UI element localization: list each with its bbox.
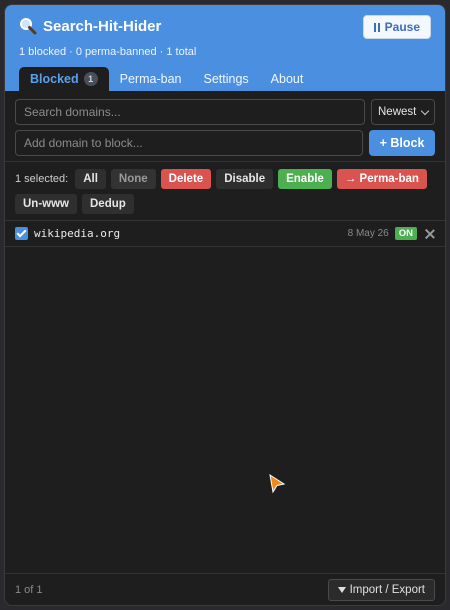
perma-ban-button[interactable]: → Perma-ban <box>336 169 427 189</box>
controls: Newest + Block <box>5 91 445 156</box>
import-export-button[interactable]: Import / Export <box>327 578 435 601</box>
tab-bar: Blocked 1 Perma-ban Settings About <box>19 67 314 91</box>
domain-list: wikipedia.org 8 May 26 ON <box>5 220 445 247</box>
add-row: + Block <box>15 130 435 156</box>
sort-selected: Newest <box>378 106 417 118</box>
select-none-button[interactable]: None <box>110 169 156 189</box>
app-title: Search-Hit-Hider <box>43 17 162 35</box>
un-www-button[interactable]: Un-www <box>15 194 77 214</box>
import-export-label: Import / Export <box>349 583 425 596</box>
dedup-button[interactable]: Dedup <box>82 194 134 214</box>
pager-text: 1 of 1 <box>15 583 43 596</box>
tab-about[interactable]: About <box>260 67 315 91</box>
tab-blocked[interactable]: Blocked 1 <box>19 67 109 91</box>
mouse-cursor-icon <box>269 474 286 494</box>
tab-perma-ban[interactable]: Perma-ban <box>109 67 193 91</box>
tab-label: Blocked <box>30 72 79 86</box>
delete-button[interactable]: Delete <box>160 169 212 189</box>
sort-select[interactable]: Newest <box>371 99 435 125</box>
pause-icon <box>373 22 380 32</box>
tab-settings[interactable]: Settings <box>192 67 259 91</box>
item-checkbox[interactable] <box>15 227 28 240</box>
pause-button[interactable]: Pause <box>362 15 431 39</box>
close-icon[interactable] <box>425 229 435 239</box>
status-badge[interactable]: ON <box>394 227 417 240</box>
search-row: Newest <box>15 99 435 125</box>
tab-count-badge: 1 <box>83 72 98 86</box>
footer: 1 of 1 Import / Export <box>5 573 445 605</box>
title-row: Search-Hit-Hider <box>19 17 161 35</box>
block-button[interactable]: + Block <box>369 130 435 156</box>
header: Search-Hit-Hider Pause 1 blocked · 0 per… <box>5 5 445 91</box>
item-date: 8 May 26 <box>347 228 389 239</box>
extension-popup: Search-Hit-Hider Pause 1 blocked · 0 per… <box>4 4 446 606</box>
bulk-actions: 1 selected: All None Delete Disable Enab… <box>5 162 445 220</box>
triangle-down-icon <box>337 586 346 593</box>
disable-button[interactable]: Disable <box>216 169 274 189</box>
item-domain: wikipedia.org <box>34 227 121 240</box>
chevron-down-icon <box>420 106 430 115</box>
add-domain-input[interactable] <box>15 130 363 156</box>
magnifier-icon <box>20 18 37 35</box>
list-item[interactable]: wikipedia.org 8 May 26 ON <box>5 221 445 247</box>
search-input[interactable] <box>15 99 365 125</box>
summary-text: 1 blocked · 0 perma-banned · 1 total <box>19 46 197 58</box>
pause-label: Pause <box>384 20 420 34</box>
enable-button[interactable]: Enable <box>278 169 332 189</box>
selected-count: 1 selected: <box>15 173 69 185</box>
select-all-button[interactable]: All <box>75 169 106 189</box>
